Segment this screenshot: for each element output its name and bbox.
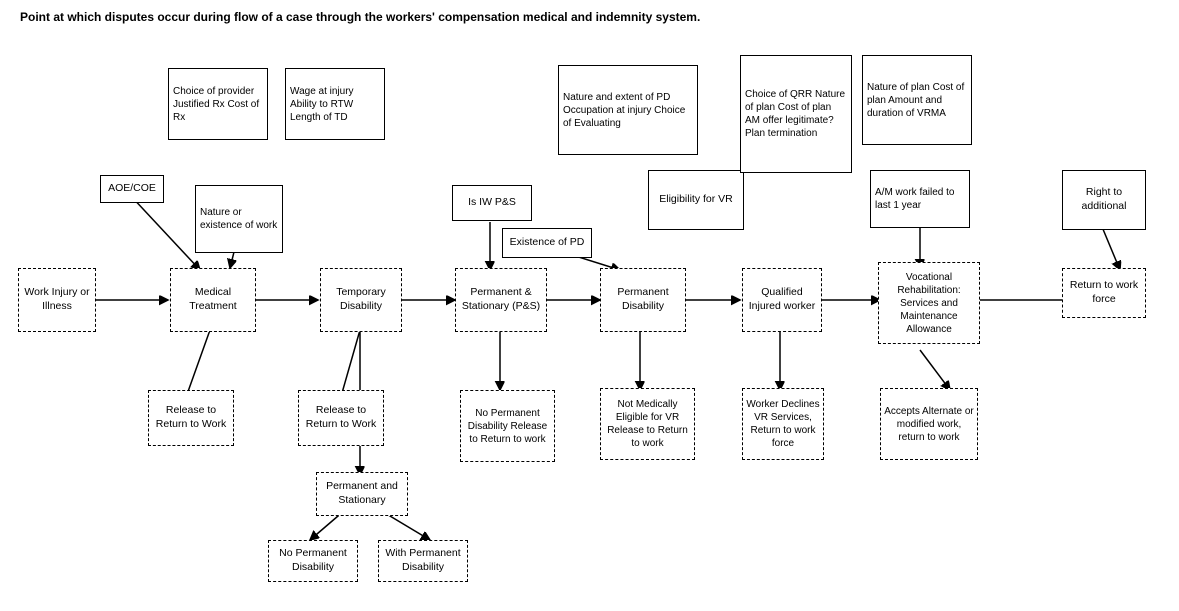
box-temporary-disability: Temporary Disability bbox=[320, 268, 402, 332]
box-not-medically-eligible: Not Medically Eligible for VR Release to… bbox=[600, 388, 695, 460]
box-permanent-disability: Permanent Disability bbox=[600, 268, 686, 332]
box-with-perm-disability: With Permanent Disability bbox=[378, 540, 468, 582]
box-choice-qrr: Choice of QRR Nature of plan Cost of pla… bbox=[740, 55, 852, 173]
box-no-perm-disability-2: No Permanent Disability bbox=[268, 540, 358, 582]
box-nature-extent-pd: Nature and extent of PD Occupation at in… bbox=[558, 65, 698, 155]
box-no-perm-disability-rtw: No Permanent Disability Release to Retur… bbox=[460, 390, 555, 462]
box-aoe-coe: AOE/COE bbox=[100, 175, 164, 203]
box-nature-plan: Nature of plan Cost of plan Amount and d… bbox=[862, 55, 972, 145]
box-qualified-injured-worker: Qualified Injured worker bbox=[742, 268, 822, 332]
diagram-container: Point at which disputes occur during flo… bbox=[0, 0, 1179, 611]
box-right-additional: Right to additional bbox=[1062, 170, 1146, 230]
box-am-work-failed: A/M work failed to last 1 year bbox=[870, 170, 970, 228]
box-is-iw-ps: Is IW P&S bbox=[452, 185, 532, 221]
box-existence-pd: Existence of PD bbox=[502, 228, 592, 258]
box-worker-declines: Worker Declines VR Services, Return to w… bbox=[742, 388, 824, 460]
box-medical-treatment: Medical Treatment bbox=[170, 268, 256, 332]
box-vocational-rehab: Vocational Rehabilitation: Services and … bbox=[878, 262, 980, 344]
box-permanent-stationary: Permanent & Stationary (P&S) bbox=[455, 268, 547, 332]
box-work-injury: Work Injury or Illness bbox=[18, 268, 96, 332]
box-release-rtw-1: Release to Return to Work bbox=[148, 390, 234, 446]
page-title: Point at which disputes occur during flo… bbox=[20, 10, 700, 24]
box-eligibility-vr: Eligibility for VR bbox=[648, 170, 744, 230]
box-nature-existence: Nature or existence of work bbox=[195, 185, 283, 253]
box-return-workforce: Return to work force bbox=[1062, 268, 1146, 318]
box-wage-injury: Wage at injury Ability to RTW Length of … bbox=[285, 68, 385, 140]
box-permanent-stationary-2: Permanent and Stationary bbox=[316, 472, 408, 516]
box-choice-provider: Choice of provider Justified Rx Cost of … bbox=[168, 68, 268, 140]
box-accepts-alternate: Accepts Alternate or modified work, retu… bbox=[880, 388, 978, 460]
box-release-rtw-2: Release to Return to Work bbox=[298, 390, 384, 446]
